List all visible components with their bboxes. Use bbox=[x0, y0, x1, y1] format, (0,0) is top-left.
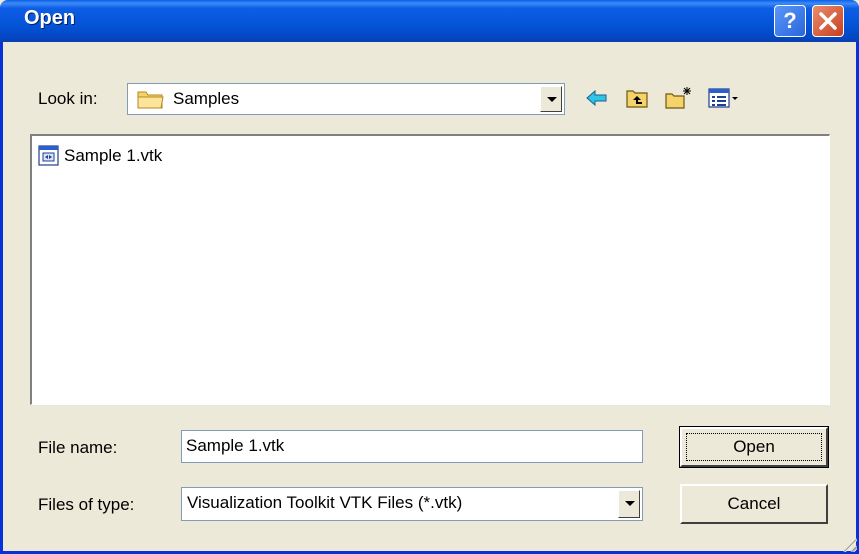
open-button[interactable]: Open bbox=[679, 426, 829, 468]
files-of-type-dropdown-button[interactable] bbox=[618, 490, 640, 518]
file-name-label: Sample 1.vtk bbox=[64, 146, 163, 165]
new-folder-icon bbox=[665, 87, 691, 109]
up-folder-icon bbox=[626, 90, 648, 108]
look-in-value: Samples bbox=[173, 89, 240, 108]
look-in-combo[interactable]: Samples bbox=[127, 83, 565, 115]
close-icon bbox=[819, 12, 837, 30]
cancel-button-label: Cancel bbox=[727, 494, 781, 513]
close-button[interactable] bbox=[812, 5, 844, 37]
files-of-type-value: Visualization Toolkit VTK Files (*.vtk) bbox=[187, 493, 463, 512]
open-button-label: Open bbox=[733, 437, 775, 456]
view-menu-button[interactable] bbox=[707, 85, 747, 111]
help-button[interactable]: ? bbox=[774, 5, 806, 37]
folder-icon bbox=[137, 91, 164, 109]
back-arrow-icon bbox=[586, 89, 607, 107]
back-button[interactable] bbox=[584, 85, 610, 111]
cancel-button[interactable]: Cancel bbox=[680, 484, 828, 524]
file-name-label: File name: bbox=[38, 438, 118, 457]
look-in-label: Look in: bbox=[38, 89, 98, 108]
look-in-dropdown-button[interactable] bbox=[540, 86, 562, 112]
dialog-title: Open bbox=[24, 7, 76, 29]
file-name-input[interactable] bbox=[186, 436, 623, 456]
file-name-field[interactable] bbox=[181, 430, 643, 463]
view-menu-icon bbox=[708, 88, 738, 108]
files-of-type-label: Files of type: bbox=[38, 495, 135, 514]
title-bar[interactable]: Open ? bbox=[0, 0, 859, 42]
files-of-type-combo[interactable]: Visualization Toolkit VTK Files (*.vtk) bbox=[181, 487, 643, 521]
file-list[interactable]: Sample 1.vtk bbox=[30, 134, 830, 405]
new-folder-button[interactable] bbox=[664, 85, 694, 111]
up-one-level-button[interactable] bbox=[624, 85, 650, 111]
vtk-file-icon bbox=[38, 145, 59, 166]
